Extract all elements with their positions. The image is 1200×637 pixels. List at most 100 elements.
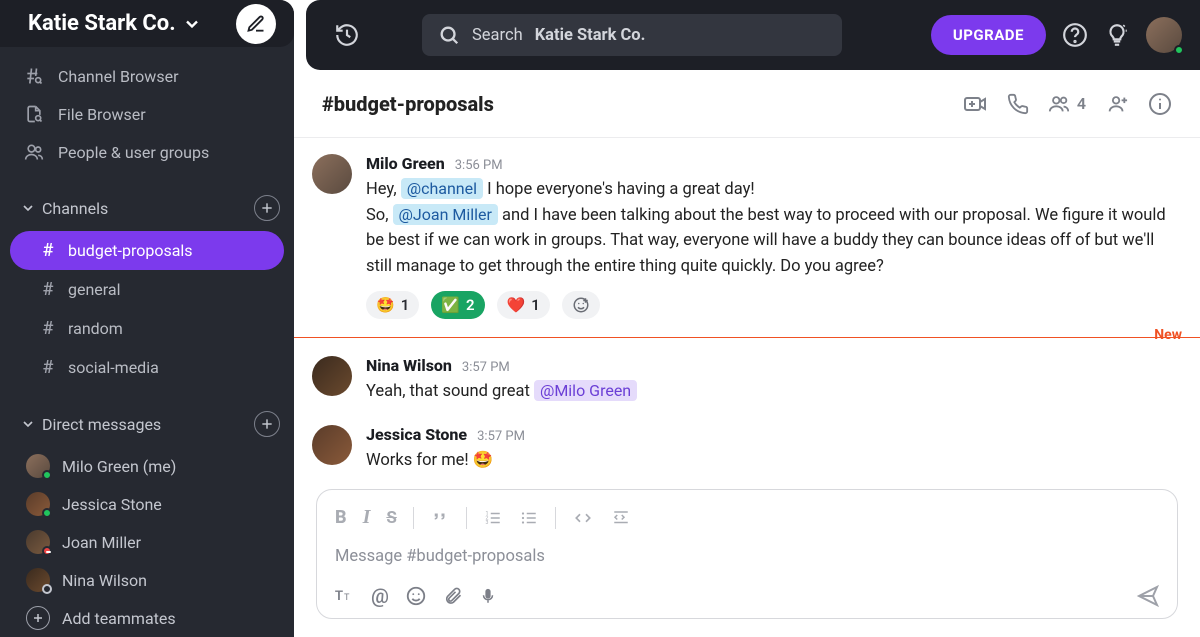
section-title: Channels [42,199,254,218]
search-scope: Katie Stark Co. [535,26,646,45]
message: Nina Wilson 3:57 PM Yeah, that sound gre… [294,340,1200,409]
message-input[interactable]: Message #budget-proposals [333,539,1161,584]
hash-icon: # [40,279,56,300]
dm-name: Jessica Stone [62,495,162,514]
dm-item[interactable]: Joan Miller [0,523,294,561]
reaction[interactable]: ❤️1 [497,291,550,319]
help-button[interactable] [1062,22,1088,48]
status-away-icon [42,584,52,594]
history-button[interactable] [334,22,360,48]
reaction-count: 1 [531,296,540,314]
video-call-button[interactable] [963,92,989,116]
avatar [26,454,50,478]
channel-label: random [68,319,123,338]
dm-header[interactable]: Direct messages [0,401,294,447]
avatar[interactable] [312,356,352,396]
channel-item-budget-proposals[interactable]: #budget-proposals [10,231,284,270]
reaction[interactable]: 🤩1 [366,291,419,319]
channels-header[interactable]: Channels [0,185,294,231]
hash-icon: # [40,240,56,261]
status-online-icon [42,470,52,480]
strike-button[interactable]: S [386,508,396,528]
reaction-count: 1 [401,296,410,314]
compose-button[interactable] [236,4,276,44]
mention[interactable]: @Joan Miller [393,204,498,225]
mic-button[interactable] [479,585,497,607]
tips-button[interactable] [1104,22,1130,48]
italic-button[interactable]: I [363,506,371,529]
message-author[interactable]: Jessica Stone [366,425,467,444]
message-text: Hey, @channel I hope everyone's having a… [366,177,1174,279]
channel-label: general [68,280,121,299]
dm-item[interactable]: Jessica Stone [0,485,294,523]
members-button[interactable]: 4 [1047,93,1086,115]
avatar[interactable] [312,154,352,194]
avatar[interactable] [312,425,352,465]
svg-text:3: 3 [485,520,488,526]
code-icon[interactable] [572,509,594,527]
channel-label: social-media [68,358,159,377]
channel-item-general[interactable]: # general [10,270,284,309]
add-member-button[interactable] [1104,93,1130,115]
hash-icon: # [40,318,56,339]
workspace-switcher[interactable]: Katie Stark Co. [28,11,236,36]
dm-name: Joan Miller [62,533,141,552]
dm-item[interactable]: Nina Wilson [0,561,294,599]
send-button[interactable] [1135,584,1161,608]
emoji-button[interactable] [405,585,427,607]
mention[interactable]: @Milo Green [534,380,637,401]
bold-button[interactable]: B [335,507,347,528]
person-plus-icon [1104,93,1130,115]
text-format-button[interactable]: TT [333,586,355,606]
dm-item[interactable]: Milo Green (me) [0,447,294,485]
upgrade-button[interactable]: UPGRADE [931,15,1046,55]
code-block-icon[interactable] [610,509,632,527]
member-count: 4 [1077,94,1086,113]
channel-item-random[interactable]: # random [10,309,284,348]
composer-actions: TT @ [333,584,1161,608]
chevron-down-icon [20,200,36,216]
composer[interactable]: B I S 123 Message #budget-proposals T [316,489,1178,619]
reaction[interactable]: ✅2 [431,291,484,319]
add-dm-button[interactable] [254,411,280,437]
file-browser-link[interactable]: File Browser [0,95,294,133]
topbar: Search Katie Stark Co. UPGRADE [306,0,1200,70]
plus-icon [260,417,274,431]
new-messages-divider: New [294,337,1200,338]
message: Jessica Stone 3:57 PM Works for me! 🤩 [294,409,1200,478]
add-channel-button[interactable] [254,195,280,221]
mention[interactable]: @channel [401,178,483,199]
user-avatar[interactable] [1146,17,1182,53]
lightbulb-icon [1104,22,1130,48]
channel-browser-link[interactable]: Channel Browser [0,57,294,95]
quote-icon[interactable] [430,509,450,527]
add-reaction-button[interactable] [562,291,600,319]
add-teammates-button[interactable]: Add teammates [0,599,294,637]
message: Milo Green 3:56 PM Hey, @channel I hope … [294,138,1200,323]
help-icon [1062,22,1088,48]
reaction-emoji: 🤩 [376,296,395,314]
channel-header: #budget-proposals 4 [294,70,1200,138]
phone-call-button[interactable] [1007,93,1029,115]
link-label: People & user groups [58,143,209,162]
link-label: File Browser [58,105,146,124]
channel-title[interactable]: #budget-proposals [322,92,945,116]
separator [466,507,467,529]
pencil-icon [246,14,266,34]
file-search-icon [24,104,44,124]
avatar [26,530,50,554]
channel-info-button[interactable] [1148,92,1172,116]
channel-item-social-media[interactable]: #social-media [10,348,284,387]
format-toolbar: B I S 123 [333,500,1161,539]
status-busy-icon [42,546,52,556]
separator [555,507,556,529]
message-author[interactable]: Nina Wilson [366,356,452,375]
people-link[interactable]: People & user groups [0,133,294,171]
attachment-button[interactable] [443,585,463,607]
svg-text:T: T [344,593,350,603]
message-author[interactable]: Milo Green [366,154,445,173]
search-input[interactable]: Search Katie Stark Co. [422,14,842,56]
ordered-list-icon[interactable]: 123 [483,509,503,527]
mention-button[interactable]: @ [371,584,389,608]
bullet-list-icon[interactable] [519,509,539,527]
